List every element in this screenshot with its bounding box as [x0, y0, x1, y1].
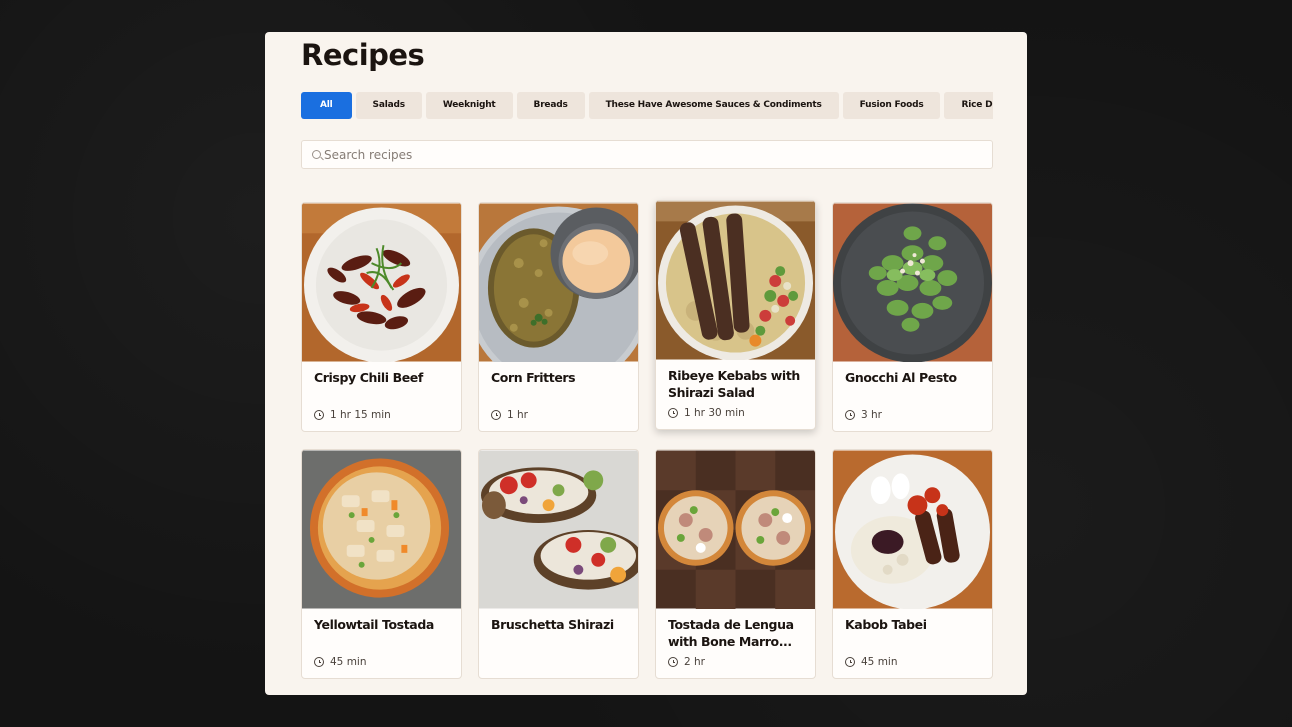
- yellowtail-tostada-photo: [302, 450, 461, 609]
- recipe-card-ribeye-kebabs[interactable]: Ribeye Kebabs with Shirazi Salad 1 hr 30…: [655, 200, 816, 430]
- gnocchi-photo: [833, 203, 992, 362]
- filter-chip-fusion-foods[interactable]: Fusion Foods: [842, 92, 941, 119]
- recipe-time-label: 3 hr: [861, 409, 882, 421]
- recipe-time-label: 45 min: [861, 656, 898, 668]
- recipe-card-crispy-chili-beef[interactable]: Crispy Chili Beef 1 hr 15 min: [301, 202, 462, 432]
- recipe-time-label: 1 hr 15 min: [330, 409, 391, 421]
- filter-chip-breads[interactable]: Breads: [516, 92, 585, 119]
- recipe-time-label: 1 hr 30 min: [684, 407, 745, 419]
- recipe-time: 45 min: [314, 656, 367, 668]
- page-title: Recipes: [301, 38, 425, 72]
- recipe-title: Tostada de Lengua with Bone Marro...: [668, 617, 794, 649]
- lengua-tostada-photo: [656, 450, 815, 609]
- recipe-card-bruschetta-shirazi[interactable]: Bruschetta Shirazi: [478, 449, 639, 679]
- recipe-title: Yellowtail Tostada: [314, 617, 434, 632]
- clock-icon: [845, 410, 855, 420]
- clock-icon: [668, 657, 678, 667]
- clock-icon: [314, 657, 324, 667]
- kebabs-photo: [656, 201, 815, 360]
- recipe-time-label: 1 hr: [507, 409, 528, 421]
- filter-chip-rice-dishes[interactable]: Rice Di: [944, 92, 993, 119]
- recipe-card-corn-fritters[interactable]: Corn Fritters 1 hr: [478, 202, 639, 432]
- filter-chip-sauces-condiments[interactable]: These Have Awesome Sauces & Condiments: [588, 92, 839, 119]
- recipe-time: 1 hr 15 min: [314, 409, 391, 421]
- recipe-time-label: 2 hr: [684, 656, 705, 668]
- recipe-time: 1 hr 30 min: [668, 407, 745, 419]
- recipe-time: 3 hr: [845, 409, 882, 421]
- clock-icon: [845, 657, 855, 667]
- recipe-time: 2 hr: [668, 656, 705, 668]
- search-icon: [312, 150, 321, 159]
- chili-beef-photo: [302, 203, 461, 362]
- filter-chip-all[interactable]: All: [301, 92, 352, 119]
- recipe-card-gnocchi-al-pesto[interactable]: Gnocchi Al Pesto 3 hr: [832, 202, 993, 432]
- recipe-title: Crispy Chili Beef: [314, 370, 423, 385]
- recipe-card-tostada-de-lengua[interactable]: Tostada de Lengua with Bone Marro... 2 h…: [655, 449, 816, 679]
- filter-chip-salads[interactable]: Salads: [355, 92, 422, 119]
- recipe-time: 1 hr: [491, 409, 528, 421]
- recipe-card-kabob-tabei[interactable]: Kabob Tabei 45 min: [832, 449, 993, 679]
- search-input[interactable]: [324, 141, 984, 168]
- recipe-title: Gnocchi Al Pesto: [845, 370, 957, 385]
- kabob-tabei-photo: [833, 450, 992, 609]
- clock-icon: [491, 410, 501, 420]
- bruschetta-photo: [479, 450, 638, 609]
- clock-icon: [668, 408, 678, 418]
- recipe-time-label: 45 min: [330, 656, 367, 668]
- recipe-title: Corn Fritters: [491, 370, 576, 385]
- recipe-title: Kabob Tabei: [845, 617, 927, 632]
- recipe-card-yellowtail-tostada[interactable]: Yellowtail Tostada 45 min: [301, 449, 462, 679]
- clock-icon: [314, 410, 324, 420]
- recipe-time: 45 min: [845, 656, 898, 668]
- recipes-panel: Recipes All Salads Weeknight Breads These Ha…: [265, 32, 1027, 695]
- search-box: [301, 140, 993, 169]
- recipe-title: Ribeye Kebabs with Shirazi Salad: [668, 368, 800, 400]
- corn-fritters-photo: [479, 203, 638, 362]
- recipe-title: Bruschetta Shirazi: [491, 617, 614, 632]
- filter-chip-weeknight[interactable]: Weeknight: [425, 92, 513, 119]
- category-filter-bar: All Salads Weeknight Breads These Have Aweso…: [301, 92, 993, 120]
